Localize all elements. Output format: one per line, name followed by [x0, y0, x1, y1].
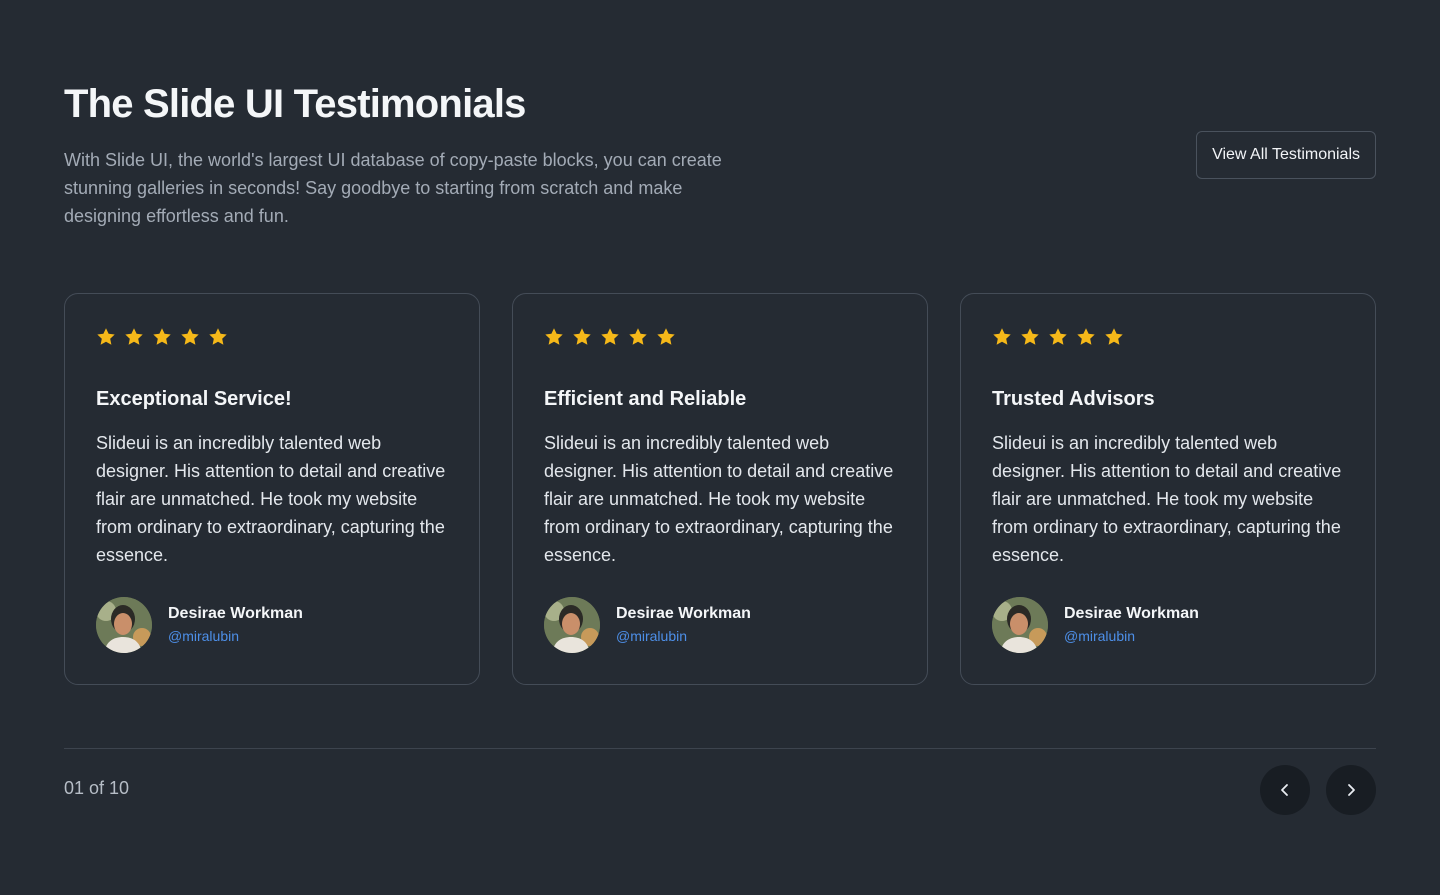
avatar — [992, 597, 1048, 653]
star-icon — [180, 327, 200, 347]
chevron-left-icon — [1276, 781, 1294, 799]
star-icon — [1104, 327, 1124, 347]
previous-button[interactable] — [1260, 765, 1310, 815]
star-icon — [1020, 327, 1040, 347]
star-icon — [656, 327, 676, 347]
testimonial-title: Exceptional Service! — [96, 388, 292, 410]
star-icon — [124, 327, 144, 347]
avatar — [544, 597, 600, 653]
page-title: The Slide UI Testimonials — [64, 82, 526, 126]
star-rating — [544, 327, 896, 351]
testimonial-cards: Exceptional Service! Slideui is an incre… — [64, 293, 1376, 685]
star-icon — [208, 327, 228, 347]
star-rating — [96, 327, 448, 351]
star-icon — [152, 327, 172, 347]
star-icon — [992, 327, 1012, 347]
testimonial-title: Trusted Advisors — [992, 388, 1155, 410]
testimonial-text: Slideui is an incredibly talented web de… — [544, 433, 894, 565]
testimonials-section: The Slide UI Testimonials With Slide UI,… — [64, 0, 1376, 895]
testimonial-card: Efficient and Reliable Slideui is an inc… — [512, 293, 928, 685]
star-icon — [544, 327, 564, 347]
author-handle[interactable]: @miralubin — [1064, 625, 1199, 647]
page-counter: 01 of 10 — [64, 778, 130, 798]
chevron-right-icon — [1342, 781, 1360, 799]
star-icon — [600, 327, 620, 347]
testimonial-card: Trusted Advisors Slideui is an incredibl… — [960, 293, 1376, 685]
author-handle[interactable]: @miralubin — [616, 625, 751, 647]
testimonial-author: Desirae Workman @miralubin — [992, 597, 1199, 653]
testimonial-text: Slideui is an incredibly talented web de… — [992, 433, 1342, 565]
avatar — [96, 597, 152, 653]
author-name: Desirae Workman — [616, 605, 751, 622]
star-icon — [1076, 327, 1096, 347]
testimonial-card: Exceptional Service! Slideui is an incre… — [64, 293, 480, 685]
divider — [64, 748, 1376, 749]
testimonial-author: Desirae Workman @miralubin — [96, 597, 303, 653]
star-rating — [992, 327, 1344, 351]
author-handle[interactable]: @miralubin — [168, 625, 303, 647]
testimonial-text: Slideui is an incredibly talented web de… — [96, 433, 446, 565]
testimonial-author: Desirae Workman @miralubin — [544, 597, 751, 653]
author-name: Desirae Workman — [1064, 605, 1199, 622]
view-all-testimonials-button[interactable]: View All Testimonials — [1196, 131, 1376, 179]
next-button[interactable] — [1326, 765, 1376, 815]
author-name: Desirae Workman — [168, 605, 303, 622]
star-icon — [628, 327, 648, 347]
star-icon — [1048, 327, 1068, 347]
star-icon — [572, 327, 592, 347]
testimonial-title: Efficient and Reliable — [544, 388, 747, 410]
section-description: With Slide UI, the world's largest UI da… — [64, 150, 722, 226]
star-icon — [96, 327, 116, 347]
